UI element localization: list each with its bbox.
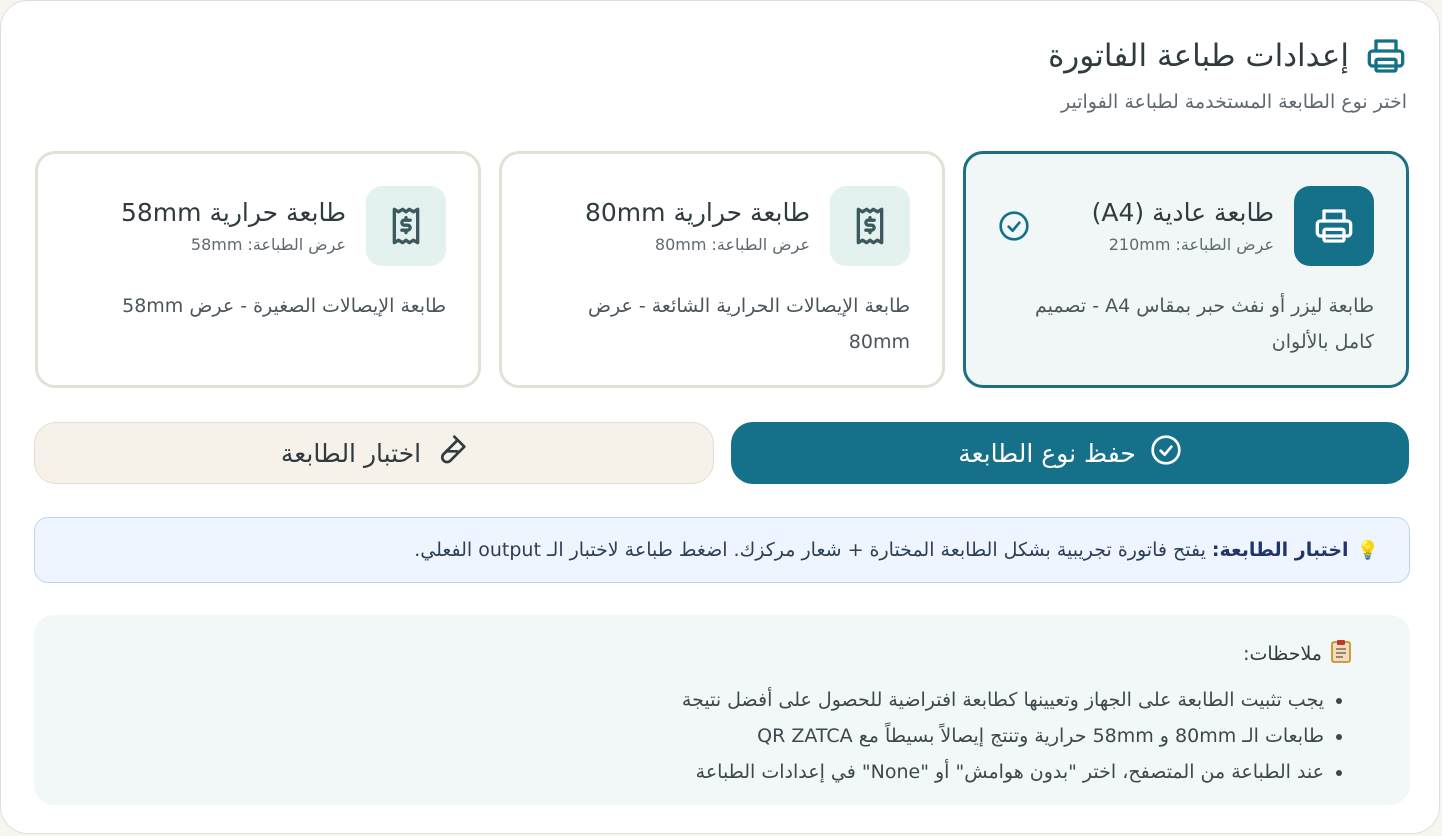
notes-list: يجب تثبيت الطابعة على الجهاز وتعيينها كط… <box>34 682 1352 790</box>
save-button-label: حفظ نوع الطابعة <box>958 438 1136 468</box>
page-subtitle: اختر نوع الطابعة المستخدمة لطباعة الفوات… <box>1061 91 1407 113</box>
title-row: إعدادات طباعة الفاتورة <box>37 35 1407 77</box>
check-circle-icon <box>1150 434 1182 473</box>
header: إعدادات طباعة الفاتورة اختر نوع الطابعة … <box>37 35 1407 113</box>
notes-box: ملاحظات: يجب تثبيت الطابعة على الجهاز وت… <box>34 615 1410 805</box>
save-printer-type-button[interactable]: حفظ نوع الطابعة <box>731 422 1409 484</box>
printer-icon <box>1294 186 1374 266</box>
printer-name: طابعة حرارية 58mm <box>121 198 346 227</box>
check-circle-icon <box>998 210 1030 242</box>
printer-card-58mm[interactable]: طابعة حرارية 58mm عرض الطباعة: 58mm طابع… <box>35 151 481 388</box>
info-text: يفتح فاتورة تجريبية بشكل الطابعة المختار… <box>414 539 1206 561</box>
printer-name: طابعة عادية (A4) <box>1091 198 1274 227</box>
printer-description: طابعة الإيصالات الحرارية الشائعة - عرض 8… <box>588 295 910 353</box>
printer-options: طابعة عادية (A4) عرض الطباعة: 210mm طابع… <box>35 151 1409 388</box>
printer-width: عرض الطباعة: 210mm <box>1108 235 1274 254</box>
clipboard-icon <box>1330 639 1352 668</box>
receipt-icon <box>830 186 910 266</box>
test-button-label: اختبار الطابعة <box>280 438 422 468</box>
printer-card-80mm[interactable]: طابعة حرارية 80mm عرض الطباعة: 80mm طابع… <box>499 151 945 388</box>
lightbulb-icon: 💡 <box>1356 539 1379 561</box>
printer-name: طابعة حرارية 80mm <box>585 198 810 227</box>
list-item: عند الطباعة من المتصفح، اختر "بدون هوامش… <box>34 754 1324 790</box>
page-title: إعدادات طباعة الفاتورة <box>1048 38 1349 74</box>
info-banner: 💡 اختبار الطابعة: يفتح فاتورة تجريبية بش… <box>34 517 1410 583</box>
printer-description: طابعة الإيصالات الصغيرة - عرض 58mm <box>122 295 446 317</box>
receipt-icon <box>366 186 446 266</box>
test-printer-button[interactable]: اختبار الطابعة <box>34 422 714 484</box>
printer-width: عرض الطباعة: 80mm <box>654 235 810 254</box>
notes-title: ملاحظات: <box>1243 642 1322 665</box>
printer-width: عرض الطباعة: 58mm <box>190 235 346 254</box>
info-label: اختبار الطابعة: <box>1211 539 1349 561</box>
notes-title-row: ملاحظات: <box>34 639 1352 668</box>
printer-icon <box>1365 35 1407 77</box>
list-item: طابعات الـ 80mm و 58mm حرارية وتنتج إيصا… <box>34 718 1324 754</box>
printer-card-a4[interactable]: طابعة عادية (A4) عرض الطباعة: 210mm طابع… <box>963 151 1409 388</box>
printer-description: طابعة ليزر أو نفث حبر بمقاس A4 - تصميم ك… <box>1035 295 1374 353</box>
print-settings-panel: إعدادات طباعة الفاتورة اختر نوع الطابعة … <box>0 0 1440 834</box>
list-item: يجب تثبيت الطابعة على الجهاز وتعيينها كط… <box>34 682 1324 718</box>
test-tube-icon <box>435 434 467 473</box>
